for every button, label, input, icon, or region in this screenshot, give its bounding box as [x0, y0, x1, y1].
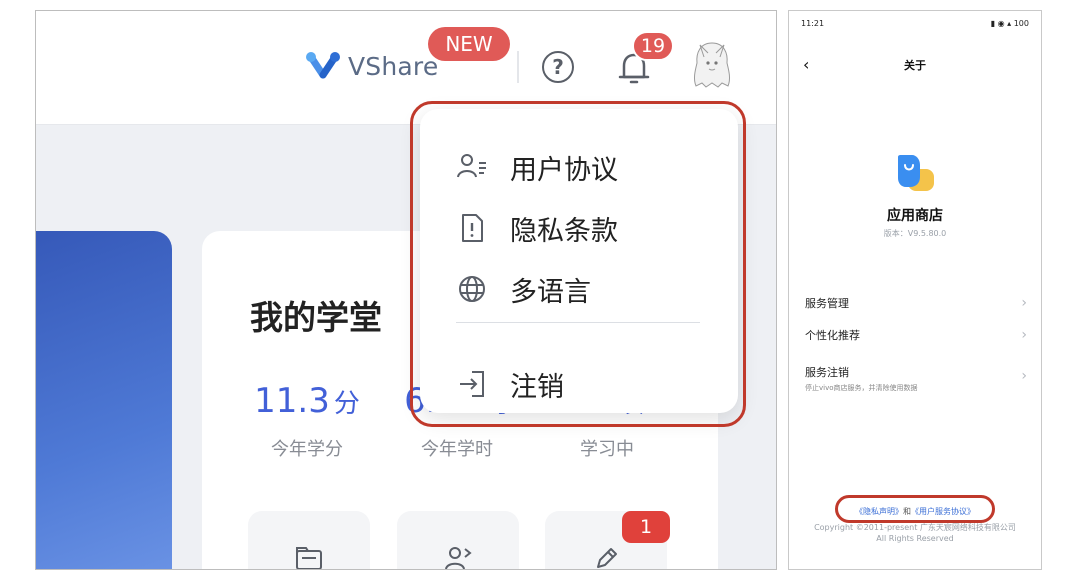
notification-count-badge: 19	[632, 31, 674, 61]
banner-card[interactable]	[36, 231, 172, 569]
status-indicators: ▮ ◉ ▴ 100	[990, 19, 1029, 28]
stat-value: 11.3	[254, 381, 330, 421]
tile-courses[interactable]	[248, 511, 370, 569]
tile-people[interactable]	[397, 511, 519, 569]
copyright-line: Copyright ©2011-present 广东天宸网络科技有限公司	[814, 523, 1016, 532]
new-badge: NEW	[428, 27, 510, 61]
row-label: 个性化推荐	[805, 329, 860, 342]
chevron-right-icon: ›	[1021, 368, 1027, 384]
row-service-management[interactable]: 服务管理 ›	[805, 295, 1027, 311]
stat-unit: 分	[333, 389, 360, 419]
tile-count-badge: 1	[622, 511, 670, 543]
brand-logo[interactable]: VShare	[304, 49, 438, 83]
highlight-box-menu	[410, 101, 746, 427]
row-sublabel: 停止vivo商店服务，并清除使用数据	[805, 384, 918, 392]
stat-label: 学习中	[580, 439, 634, 460]
edit-pen-icon	[597, 548, 617, 568]
vshare-logo-icon	[306, 52, 340, 79]
screenshot-composite: VShare NEW ? 19 我的学堂 11.3 分 今年学分 今年学时 学习…	[0, 0, 1080, 580]
copyright-text: Copyright ©2011-present 广东天宸网络科技有限公司 All…	[789, 522, 1041, 544]
avatar[interactable]	[690, 39, 734, 89]
user-switch-icon	[445, 547, 472, 569]
app-version: 版本：V9.5.80.0	[883, 229, 947, 238]
folder-icon	[296, 547, 322, 569]
chevron-right-icon: ›	[1021, 295, 1027, 311]
status-bar: 11:21 ▮ ◉ ▴ 100	[789, 11, 1041, 35]
phone-about-panel: 11:21 ▮ ◉ ▴ 100 ‹ 关于 应用商店 版本：V9.5.80.0 服…	[788, 10, 1042, 570]
brand-name: VShare	[348, 51, 439, 81]
app-name: 应用商店	[887, 208, 943, 224]
stat-label: 今年学时	[421, 439, 493, 460]
row-personalized-recommendation[interactable]: 个性化推荐 ›	[805, 327, 1027, 343]
row-label: 服务管理	[805, 297, 849, 310]
battery-level: 100	[1013, 19, 1029, 28]
page-title: 关于	[904, 59, 926, 72]
app-store-icon	[898, 155, 934, 191]
stat-credits[interactable]: 11.3 分 今年学分	[232, 381, 382, 461]
row-label: 服务注销	[805, 366, 849, 379]
rights-line: All Rights Reserved	[876, 534, 954, 543]
web-app-panel: VShare NEW ? 19 我的学堂 11.3 分 今年学分 今年学时 学习…	[35, 10, 777, 570]
stat-label: 今年学分	[271, 439, 343, 460]
status-time: 11:21	[801, 19, 825, 28]
chevron-right-icon: ›	[1021, 327, 1027, 343]
card-title: 我的学堂	[250, 298, 382, 337]
highlight-box-footer-links	[835, 495, 995, 523]
help-icon[interactable]: ?	[542, 51, 574, 83]
row-service-deregister[interactable]: 服务注销 停止vivo商店服务，并清除使用数据 ›	[805, 364, 1027, 393]
navbar-divider	[517, 51, 519, 83]
